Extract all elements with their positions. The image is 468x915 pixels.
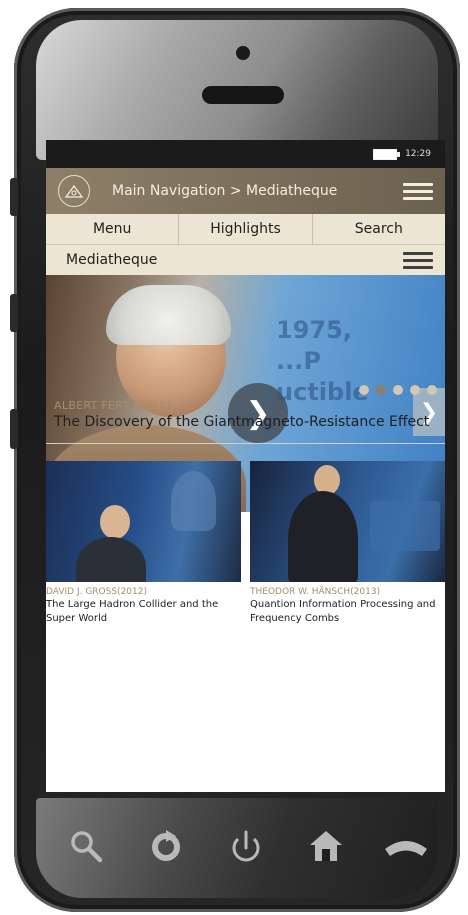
projection-screen: 1975, ...P uctible [276,316,369,407]
lindau-logo-icon[interactable] [58,175,90,207]
pagination-dot-active[interactable] [376,385,386,395]
speaker-figure [100,505,130,539]
volume-up-button [10,294,18,332]
tab-bar: Menu Highlights Search [46,214,445,245]
speaker-figure [76,537,146,582]
pagination-dot[interactable] [410,385,420,395]
status-time: 12:29 [405,149,431,159]
section-menu-icon[interactable] [403,251,433,269]
earpiece-speaker [202,86,284,104]
section-title: Mediatheque [66,252,158,268]
tab-highlights[interactable]: Highlights [179,214,313,244]
section-header: Mediatheque [46,245,445,275]
screen: 12:29 Main Navigation > Mediatheque Menu… [46,140,445,792]
divider [46,443,445,444]
video-card[interactable]: THEODOR W. HÄNSCH(2013) Quantion Informa… [250,461,445,625]
hero-caption[interactable]: ALBERT FERT (2010) The Discovery of the … [54,399,444,430]
pagination-dot[interactable] [393,385,403,395]
carousel-pagination [359,385,437,395]
card-title: The Large Hadron Collider and the Super … [46,599,219,624]
front-camera [236,46,250,60]
status-bar: 12:29 [46,140,445,168]
video-thumbnail[interactable] [250,461,445,582]
tab-menu[interactable]: Menu [46,214,180,244]
video-card-list: DAVID J. GROSS(2012) The Large Hadron Co… [46,461,445,625]
tab-search[interactable]: Search [313,214,445,244]
pagination-dot[interactable] [359,385,369,395]
card-meta: DAVID J. GROSS(2012) [46,587,147,597]
refresh-icon[interactable] [136,828,196,869]
projected-portrait [171,471,216,531]
battery-icon [373,148,401,160]
hangup-icon[interactable] [376,831,436,866]
power-icon[interactable] [216,828,276,869]
breadcrumb[interactable]: Main Navigation > Mediatheque [112,183,403,199]
top-navigation-bar: Main Navigation > Mediatheque [46,168,445,214]
video-thumbnail[interactable] [46,461,241,582]
home-icon[interactable] [296,828,356,869]
hero-meta: ALBERT FERT (2010) [54,399,172,412]
video-card[interactable]: DAVID J. GROSS(2012) The Large Hadron Co… [46,461,241,625]
search-icon[interactable] [56,828,116,869]
side-button [10,178,18,216]
hero-title: The Discovery of the Giantmagneto-Resist… [54,414,430,430]
hardware-softkeys [46,818,446,878]
speaker-figure [288,491,358,582]
card-meta: THEODOR W. HÄNSCH(2013) [250,587,381,597]
volume-down-button [10,409,18,449]
projected-chart [370,501,440,551]
card-title: Quantion Information Processing and Freq… [250,599,436,624]
main-menu-icon[interactable] [403,182,433,200]
pagination-dot[interactable] [427,385,437,395]
speaker-hair [106,285,231,345]
